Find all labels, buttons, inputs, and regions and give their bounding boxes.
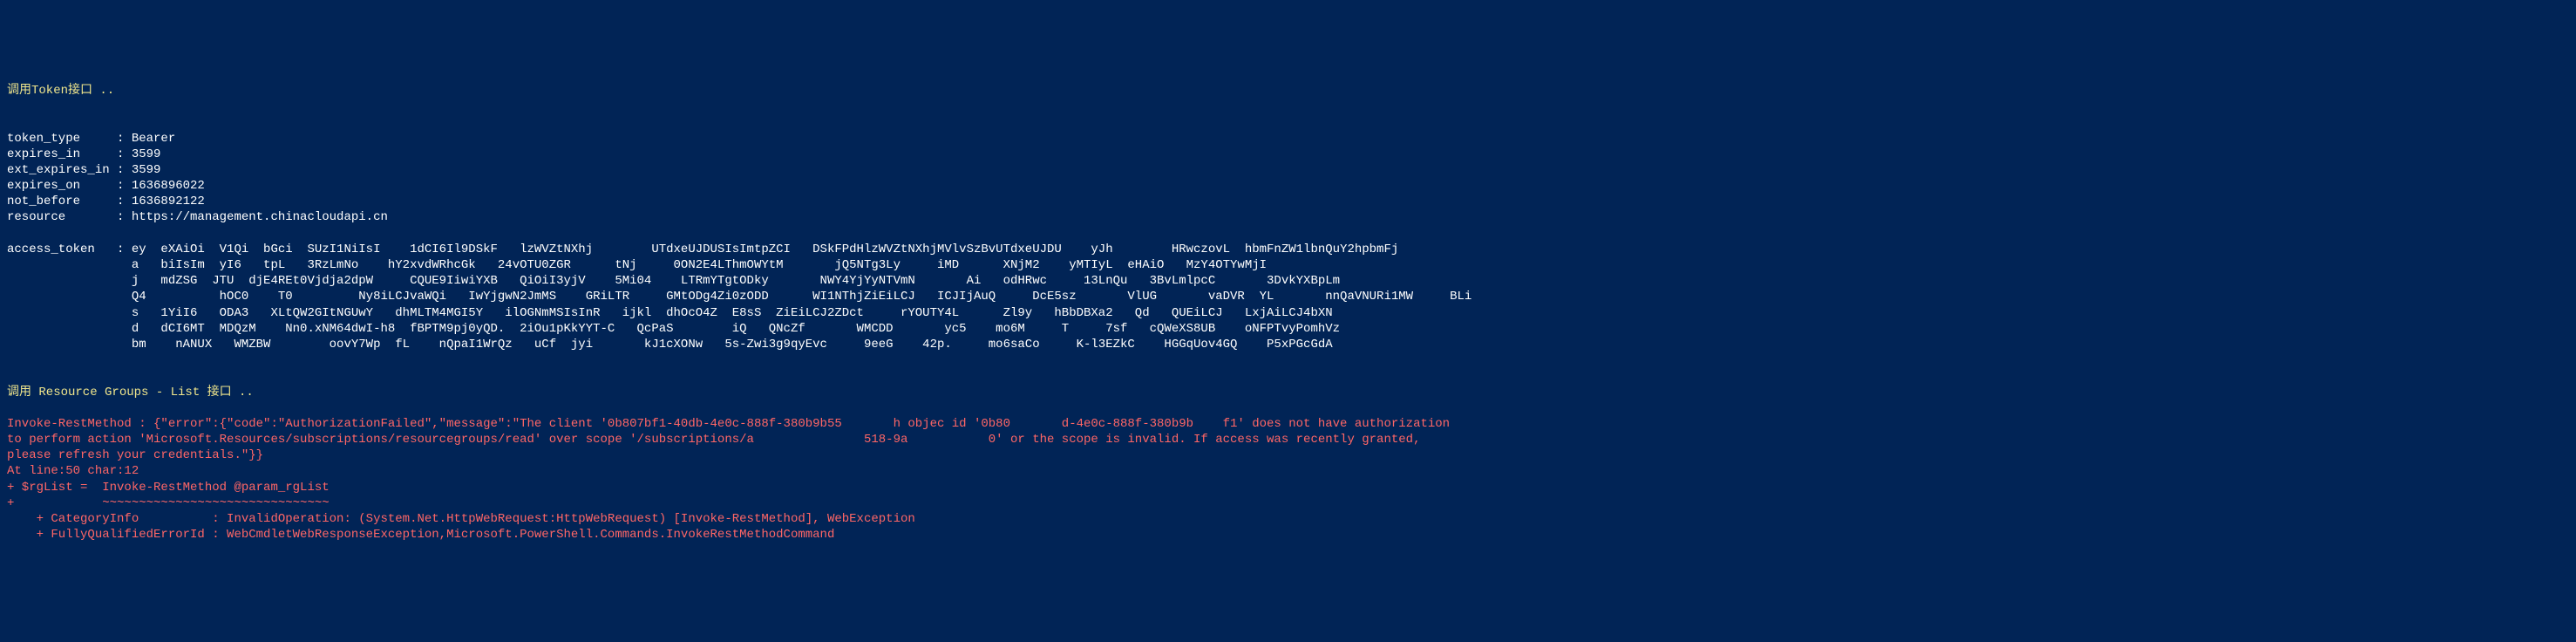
token-field: resource : https://management.chinacloud… [7, 209, 2569, 225]
access-token-cont: a biIsIm yI6 tpL 3RzLmNo hY2xvdWRhcGk 24… [7, 257, 2569, 273]
error-line: At line:50 char:12 [7, 463, 2569, 479]
token-field: not_before : 1636892122 [7, 194, 2569, 209]
access-token-cont: s 1YiI6 ODA3 XLtQW2GItNGUwY dhMLTM4MGI5Y… [7, 305, 2569, 321]
access-token-cont: Q4 hOC0 T0 Ny8iLCJvaWQi IwYjgwN2JmMS GRi… [7, 289, 2569, 304]
header-rg: 调用 Resource Groups - List 接口 .. [7, 385, 2569, 400]
access-token-first: access_token : ey eXAiOi V1Qi bGci SUzI1… [7, 242, 2569, 257]
access-token-cont: j mdZSG JTU djE4REt0Vjdja2dpW CQUE9IiwiY… [7, 273, 2569, 289]
access-token-cont: d dCI6MT MDQzM Nn0.xNM64dwI-h8 fBPTM9pj0… [7, 321, 2569, 337]
token-field: expires_in : 3599 [7, 147, 2569, 162]
error-line: + ~~~~~~~~~~~~~~~~~~~~~~~~~~~~~~~ [7, 495, 2569, 511]
error-line: + $rgList = Invoke-RestMethod @param_rgL… [7, 480, 2569, 495]
error-line: + FullyQualifiedErrorId : WebCmdletWebRe… [7, 527, 2569, 543]
token-field: ext_expires_in : 3599 [7, 162, 2569, 178]
error-line: to perform action 'Microsoft.Resources/s… [7, 432, 2569, 447]
powershell-console: 调用Token接口 .. token_type : Bearerexpires_… [0, 64, 2576, 563]
error-line: please refresh your credentials."}} [7, 447, 2569, 463]
header-token: 调用Token接口 .. [7, 83, 2569, 99]
token-field: token_type : Bearer [7, 131, 2569, 147]
error-line: + CategoryInfo : InvalidOperation: (Syst… [7, 511, 2569, 527]
access-token-cont: bm nANUX WMZBW oovY7Wp fL nQpaI1WrQz uCf… [7, 337, 2569, 352]
error-line: Invoke-RestMethod : {"error":{"code":"Au… [7, 416, 2569, 432]
token-field: expires_on : 1636896022 [7, 178, 2569, 194]
